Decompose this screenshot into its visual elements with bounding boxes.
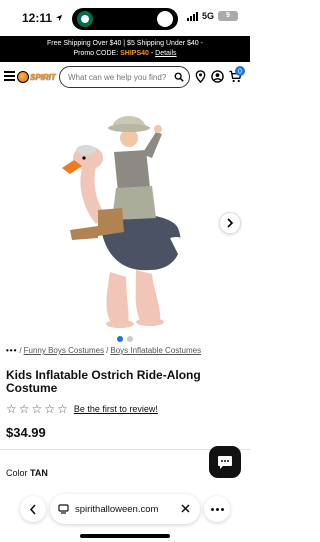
breadcrumb-item-funny-boys-costumes[interactable]: Funny Boys Costumes [24,346,104,355]
dynamic-island [72,8,178,30]
color-value: TAN [30,468,48,478]
store-location-pin-icon[interactable] [194,70,207,83]
cart-count-badge: 0 [235,66,245,76]
pith-helmet-brim [108,124,150,132]
color-selector-label: Color TAN [6,468,48,478]
rating-row: ☆ ☆ ☆ ☆ ☆ Be the first to review! [6,403,158,415]
status-indicators: 5G 9 [186,11,238,21]
product-title: Kids Inflatable Ostrich Ride-Along Costu… [6,368,201,395]
network-label: 5G [201,11,214,21]
ostrich-head-fluff [76,145,96,155]
promo-code-prefix: Promo CODE: [73,50,121,57]
battery-icon: 9 [218,11,238,21]
promo-banner: Free Shipping Over $40 | $5 Shipping Und… [0,36,250,62]
search-icon[interactable] [174,72,184,82]
logo-text: SPIRIT [30,72,56,82]
breadcrumb-item-boys-inflatable-costumes[interactable]: Boys Inflatable Costumes [110,346,201,355]
hamburger-menu-icon[interactable] [4,71,15,81]
signal-icon [186,11,198,21]
promo-line-1: Free Shipping Over $40 | $5 Shipping Und… [47,40,203,47]
page-settings-icon[interactable] [58,504,69,514]
browser-toolbar: spirithalloween.com [0,492,250,530]
logo-ball-icon [17,71,29,83]
spirit-logo[interactable]: SPIRIT [17,69,57,85]
cart-count: 0 [238,68,242,75]
site-header: SPIRIT 0 [0,62,250,92]
chat-bubble-icon [218,455,232,469]
browser-back-button[interactable] [20,496,46,522]
location-arrow-icon [55,14,63,22]
rider-boot [98,208,124,236]
write-review-link[interactable]: Be the first to review! [74,404,158,414]
close-icon[interactable] [180,503,191,514]
ostrich-foot-left [106,320,134,328]
star-icon: ☆ [44,402,56,416]
status-bar: 12:11 5G 9 [0,0,250,36]
breadcrumb: ••• / Funny Boys Costumes / Boys Inflata… [6,346,201,355]
search-input[interactable] [68,72,168,82]
image-dot-1[interactable] [117,336,123,342]
ostrich-foot-right [136,318,164,326]
image-dot-2[interactable] [127,336,133,342]
promo-line-2: Promo CODE: SHIPS40 - Details [0,49,250,59]
ostrich-eye [82,156,86,160]
rider-boot-toe [70,226,98,240]
battery-level: 9 [226,12,230,19]
activity-indicator-icon [157,11,173,27]
breadcrumb-more[interactable]: ••• [6,346,17,355]
ostrich-leg-right [135,270,161,322]
address-bar[interactable]: spirithalloween.com [50,494,200,524]
account-icon[interactable] [211,70,224,83]
chevron-right-icon [227,218,234,228]
starbucks-activity-icon [77,11,93,27]
star-icon: ☆ [6,402,17,416]
next-image-button[interactable] [219,212,241,234]
color-label: Color [6,468,28,478]
search-bar[interactable] [59,66,190,88]
product-image[interactable] [0,92,250,336]
star-icon: ☆ [31,402,43,416]
breadcrumb-separator: / [106,346,109,355]
product-price: $34.99 [6,425,46,440]
promo-details-link[interactable]: Details [155,50,176,57]
clock-text: 12:11 [22,11,53,25]
rider-arm [142,132,162,158]
promo-code: SHIPS40 [120,50,149,57]
rider-shirt [114,150,150,192]
star-icon: ☆ [18,402,30,416]
home-indicator [80,534,170,538]
chevron-left-icon [29,503,36,515]
ostrich-leg-left [106,272,129,324]
rider-hand [154,125,162,133]
status-time: 12:11 [22,11,63,25]
star-icon: ☆ [57,402,68,416]
breadcrumb-separator: / [19,346,22,355]
browser-more-button[interactable] [204,496,230,522]
url-text[interactable]: spirithalloween.com [75,504,158,515]
image-pagination-dots [0,336,250,342]
chat-button[interactable] [209,446,241,478]
